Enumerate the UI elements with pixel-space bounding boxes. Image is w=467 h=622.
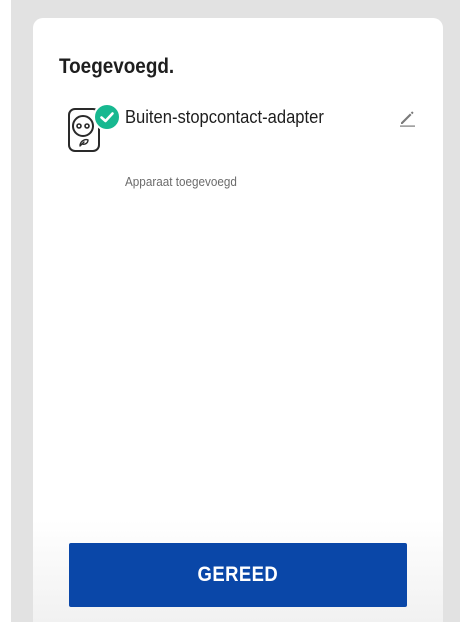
added-device-item: Buiten-stopcontact-adapter Apparaat toeg… bbox=[61, 102, 431, 188]
device-status: Apparaat toegevoegd bbox=[125, 174, 237, 189]
done-button[interactable]: GEREED bbox=[69, 543, 407, 607]
device-name: Buiten-stopcontact-adapter bbox=[125, 107, 324, 127]
check-icon bbox=[93, 103, 121, 131]
pencil-icon[interactable] bbox=[398, 109, 416, 127]
done-button-label: GEREED bbox=[197, 563, 279, 586]
page-title: Toegevoegd. bbox=[59, 55, 175, 78]
